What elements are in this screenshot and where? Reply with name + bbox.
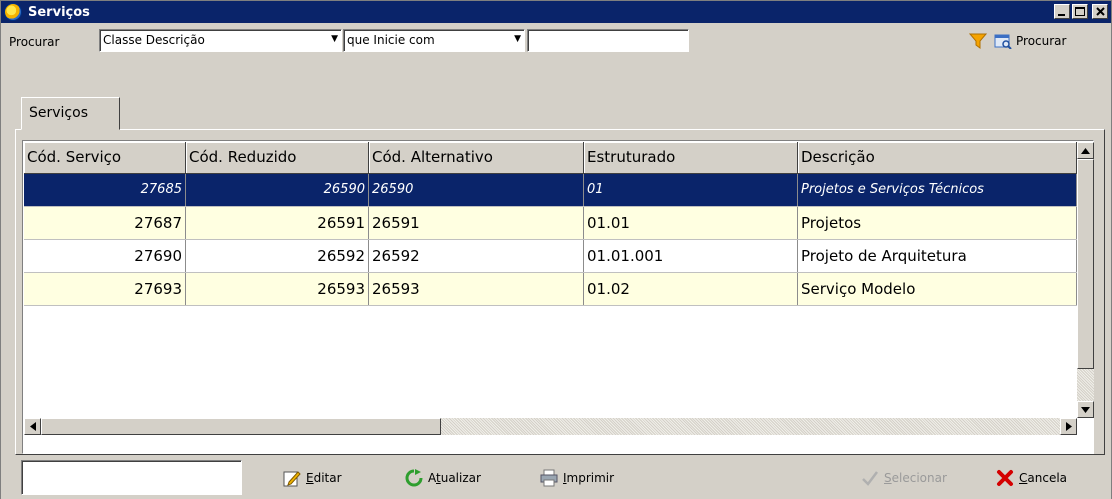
column-header-cod-reduzido[interactable]: Cód. Reduzido — [186, 142, 369, 174]
cell-cod-reduzido: 26592 — [186, 240, 369, 272]
table-row[interactable]: 27685 26590 26590 01 Projetos e Serviços… — [24, 174, 1077, 207]
window-title: Serviços — [28, 4, 90, 20]
cell-cod-servico: 27685 — [24, 174, 186, 206]
maximize-button[interactable] — [1072, 4, 1088, 19]
minimize-button[interactable] — [1054, 4, 1070, 19]
cancel-x-icon — [997, 470, 1013, 486]
search-bar: Procurar Classe Descrição ▼ que Inicie c… — [1, 23, 1111, 89]
cell-cod-reduzido: 26590 — [186, 174, 369, 206]
cell-estruturado: 01.01 — [584, 207, 798, 239]
table-row[interactable]: 27693 26593 26593 01.02 Serviço Modelo — [24, 273, 1077, 306]
column-header-descricao[interactable]: Descrição — [798, 142, 1077, 174]
table-row[interactable]: 27690 26592 26592 01.01.001 Projeto de A… — [24, 240, 1077, 273]
cell-cod-servico: 27687 — [24, 207, 186, 239]
refresh-button[interactable]: Atualizar — [405, 466, 481, 490]
cell-estruturado: 01.02 — [584, 273, 798, 305]
select-label-rest: elecionar — [891, 471, 947, 485]
cell-cod-alternativo: 26593 — [369, 273, 584, 305]
cell-cod-reduzido: 26593 — [186, 273, 369, 305]
filter-icon[interactable] — [969, 33, 987, 49]
dropdown-arrow-icon: ▼ — [331, 34, 338, 44]
arrow-up-icon — [1081, 147, 1090, 154]
select-accel: S — [884, 471, 892, 485]
cell-descricao: Serviço Modelo — [798, 273, 1077, 305]
column-header-estruturado[interactable]: Estruturado — [584, 142, 798, 174]
search-button-label: Procurar — [1016, 34, 1067, 48]
services-window: Serviços Procurar Classe Descrição ▼ que… — [0, 0, 1112, 499]
table-row[interactable]: 27687 26591 26591 01.01 Projetos — [24, 207, 1077, 240]
refresh-icon — [405, 469, 423, 487]
tab-servicos[interactable]: Serviços — [21, 97, 120, 130]
minimize-icon — [1058, 13, 1065, 16]
scroll-right-button[interactable] — [1060, 418, 1077, 435]
arrow-left-icon — [29, 422, 36, 431]
edit-label-rest: ditar — [313, 471, 342, 485]
select-button: Selecionar — [861, 466, 947, 490]
search-field-select[interactable]: Classe Descrição ▼ — [99, 29, 342, 52]
horizontal-scrollbar[interactable] — [24, 418, 1077, 435]
grid-viewport: Cód. Serviço Cód. Reduzido Cód. Alternat… — [24, 142, 1077, 418]
app-icon — [4, 3, 22, 21]
maximize-icon — [1075, 7, 1085, 16]
dropdown-arrow-icon: ▼ — [514, 34, 521, 44]
search-window-icon — [994, 34, 1012, 49]
arrow-right-icon — [1065, 422, 1072, 431]
cancel-label-rest: ancela — [1027, 471, 1068, 485]
search-label: Procurar — [9, 35, 60, 49]
window-controls — [1054, 4, 1108, 19]
edit-icon — [283, 471, 301, 487]
cell-estruturado: 01 — [584, 174, 798, 206]
scroll-down-button[interactable] — [1077, 401, 1094, 418]
print-button[interactable]: Imprimir — [540, 466, 614, 490]
scroll-up-button[interactable] — [1077, 142, 1094, 159]
edit-button-label: Editar — [306, 471, 342, 485]
select-button-label: Selecionar — [884, 471, 947, 485]
edit-button[interactable]: Editar — [283, 466, 342, 490]
print-label-rest: mprimir — [566, 471, 615, 485]
title-bar[interactable]: Serviços — [1, 1, 1111, 23]
bottom-toolbar: Editar Atualizar Imprimir Selecionar Can… — [1, 456, 1111, 499]
search-button[interactable]: Procurar — [994, 31, 1066, 51]
refresh-label-rest: ualizar — [440, 471, 481, 485]
vertical-scroll-thumb[interactable] — [1077, 159, 1094, 369]
cell-cod-reduzido: 26591 — [186, 207, 369, 239]
checkmark-icon — [862, 471, 878, 486]
cell-estruturado: 01.01.001 — [584, 240, 798, 272]
cell-cod-alternativo: 26592 — [369, 240, 584, 272]
horizontal-scroll-thumb[interactable] — [41, 418, 441, 435]
quick-search-input[interactable] — [21, 460, 242, 495]
close-icon — [1095, 7, 1105, 16]
arrow-down-icon — [1081, 406, 1090, 413]
close-button[interactable] — [1092, 4, 1108, 19]
search-field-value: Classe Descrição — [103, 33, 205, 47]
cancel-button[interactable]: Cancela — [996, 466, 1067, 490]
vertical-scrollbar[interactable] — [1077, 142, 1094, 418]
cell-cod-alternativo: 26591 — [369, 207, 584, 239]
column-header-cod-servico[interactable]: Cód. Serviço — [24, 142, 186, 174]
print-button-label: Imprimir — [563, 471, 614, 485]
column-header-cod-alternativo[interactable]: Cód. Alternativo — [369, 142, 584, 174]
search-input[interactable] — [527, 29, 689, 52]
cell-cod-servico: 27693 — [24, 273, 186, 305]
refresh-button-label: Atualizar — [428, 471, 481, 485]
cell-descricao: Projetos — [798, 207, 1077, 239]
scroll-left-button[interactable] — [24, 418, 41, 435]
search-condition-value: que Inicie com — [347, 33, 435, 47]
cell-cod-servico: 27690 — [24, 240, 186, 272]
cell-descricao: Projeto de Arquitetura — [798, 240, 1077, 272]
grid-header: Cód. Serviço Cód. Reduzido Cód. Alternat… — [24, 142, 1077, 174]
refresh-label-pre: A — [428, 471, 436, 485]
search-condition-select[interactable]: que Inicie com ▼ — [343, 29, 525, 52]
tab-label: Serviços — [29, 105, 88, 121]
cell-descricao: Projetos e Serviços Técnicos — [798, 174, 1077, 206]
cell-cod-alternativo: 26590 — [369, 174, 584, 206]
printer-icon — [540, 469, 558, 487]
edit-accel: E — [306, 471, 314, 485]
cancel-button-label: Cancela — [1019, 471, 1067, 485]
services-grid: Cód. Serviço Cód. Reduzido Cód. Alternat… — [22, 140, 1094, 454]
